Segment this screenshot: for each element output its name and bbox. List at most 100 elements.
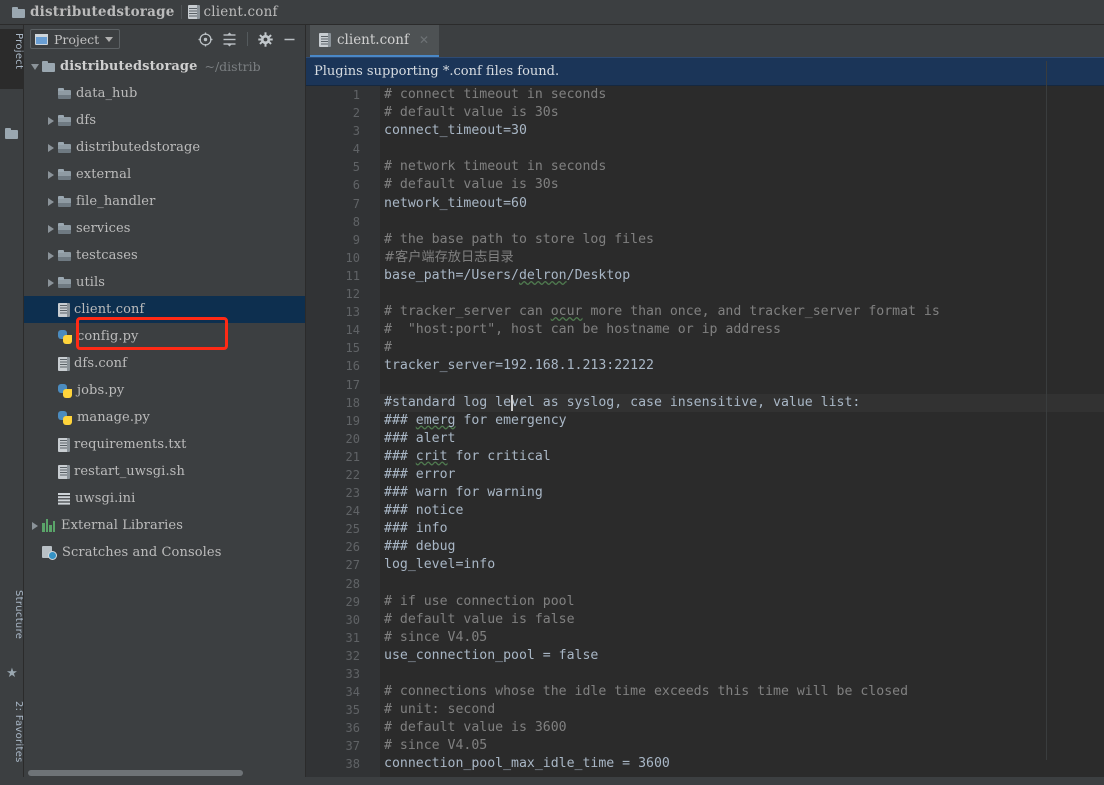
code-line[interactable]: connect_timeout=30	[380, 122, 1104, 140]
code-line[interactable]: # if use connection pool	[380, 593, 1104, 611]
tree-item-distributedstorage[interactable]: distributedstorage	[24, 134, 305, 161]
sidebar-tab-structure[interactable]: Structure	[0, 590, 24, 656]
code-line[interactable]: # since V4.05	[380, 629, 1104, 647]
chevron-right-icon[interactable]	[28, 519, 42, 533]
code-line[interactable]	[380, 285, 1104, 303]
code-line[interactable]: log_level=info	[380, 556, 1104, 574]
tree-item-label: external	[76, 167, 132, 182]
code-line[interactable]: #客户端存放日志目录	[380, 249, 1104, 267]
collapse-all-icon[interactable]	[220, 30, 239, 49]
code-line[interactable]	[380, 213, 1104, 231]
code-line[interactable]: ### emerg for emergency	[380, 412, 1104, 430]
tab-client-conf[interactable]: client.conf ✕	[310, 25, 440, 57]
code-line[interactable]: ### info	[380, 520, 1104, 538]
code-content[interactable]: # connect timeout in seconds # default va…	[380, 86, 1104, 785]
code-line[interactable]: # the base path to store log files	[380, 231, 1104, 249]
code-line[interactable]: #	[380, 339, 1104, 357]
tree-item-manage-py[interactable]: manage.py	[24, 404, 305, 431]
folder-icon[interactable]	[5, 125, 19, 139]
code-editor[interactable]: 1 2 3 4 5 6 7 8 9 10 11 12 13 14 15 16 17 18 19 20 21 22 23 24 2…	[306, 86, 1104, 785]
scrollbar-thumb[interactable]	[28, 770, 243, 776]
project-tree[interactable]: distributedstorage ~/distrib data_hubdfs di…	[24, 53, 305, 768]
minimize-icon[interactable]	[280, 30, 299, 49]
tree-item-requirements-txt[interactable]: requirements.txt	[24, 431, 305, 458]
tree-item-dfs-conf[interactable]: dfs.conf	[24, 350, 305, 377]
code-line[interactable]: # network timeout in seconds	[380, 158, 1104, 176]
breadcrumb-item-file[interactable]: client.conf	[182, 0, 284, 25]
tree-item-label: dfs	[76, 113, 97, 128]
bottom-status-strip	[0, 777, 1104, 785]
project-view-selector[interactable]: Project	[30, 29, 121, 49]
tree-item-scratches-and-consoles[interactable]: Scratches and Consoles	[24, 539, 305, 566]
tree-item-label: distributedstorage	[76, 140, 201, 155]
star-icon[interactable]: ★	[5, 667, 19, 681]
code-line[interactable]: ### alert	[380, 430, 1104, 448]
code-line[interactable]: # tracker_server can ocur more than once…	[380, 303, 1104, 321]
tree-item-testcases[interactable]: testcases	[24, 242, 305, 269]
code-line[interactable]	[380, 665, 1104, 683]
code-line[interactable]: use_connection_pool = false	[380, 647, 1104, 665]
tree-item-services[interactable]: services	[24, 215, 305, 242]
sidebar-tab-favorites[interactable]: 2: Favorites	[0, 701, 24, 767]
tree-item-client-conf[interactable]: client.conf	[24, 296, 305, 323]
tree-item-label: requirements.txt	[74, 437, 187, 452]
tree-item-jobs-py[interactable]: jobs.py	[24, 377, 305, 404]
plugin-notification-bar[interactable]: Plugins supporting *.conf files found.	[306, 57, 1104, 86]
code-line[interactable]	[380, 140, 1104, 158]
tree-item-external[interactable]: external	[24, 161, 305, 188]
chevron-down-icon[interactable]	[105, 36, 114, 42]
chevron-right-icon[interactable]	[44, 114, 58, 128]
code-line[interactable]: base_path=/Users/delron/Desktop	[380, 267, 1104, 285]
code-line[interactable]: tracker_server=192.168.1.213:22122	[380, 357, 1104, 375]
chevron-down-icon[interactable]	[28, 60, 42, 74]
chevron-right-icon[interactable]	[44, 168, 58, 182]
line-number: 11	[345, 268, 360, 283]
line-number-gutter[interactable]: 1 2 3 4 5 6 7 8 9 10 11 12 13 14 15 16 17 18 19 20 21 22 23 24 2…	[306, 86, 368, 785]
code-line[interactable]: network_timeout=60	[380, 195, 1104, 213]
close-icon[interactable]: ✕	[419, 33, 429, 47]
project-horizontal-scrollbar[interactable]	[24, 768, 305, 777]
code-line[interactable]: # default value is 30s	[380, 104, 1104, 122]
tree-item-restart-uwsgi-sh[interactable]: restart_uwsgi.sh	[24, 458, 305, 485]
code-line[interactable]: # default value is 3600	[380, 719, 1104, 737]
chevron-right-icon[interactable]	[44, 195, 58, 209]
code-line[interactable]: # default value is false	[380, 611, 1104, 629]
tree-item-dfs[interactable]: dfs	[24, 107, 305, 134]
code-fold-strip[interactable]	[368, 86, 380, 785]
tree-item-distributedstorage[interactable]: distributedstorage ~/distrib	[24, 53, 305, 80]
gear-icon[interactable]	[256, 30, 275, 49]
code-line[interactable]: connection_pool_max_idle_time = 3600	[380, 755, 1104, 773]
line-number: 37	[345, 739, 360, 754]
tree-item-data-hub[interactable]: data_hub	[24, 80, 305, 107]
tree-item-label: manage.py	[77, 410, 150, 425]
code-line[interactable]: # since V4.05	[380, 737, 1104, 755]
line-number: 34	[345, 685, 360, 700]
code-line[interactable]	[380, 376, 1104, 394]
code-line[interactable]: #standard log level as syslog, case inse…	[380, 393, 1104, 412]
code-line[interactable]: # connections whose the idle time exceed…	[380, 683, 1104, 701]
code-line[interactable]: # unit: second	[380, 701, 1104, 719]
code-line[interactable]	[380, 575, 1104, 593]
code-line[interactable]: # connect timeout in seconds	[380, 86, 1104, 104]
tree-item-config-py[interactable]: config.py	[24, 323, 305, 350]
code-line[interactable]: # default value is 30s	[380, 176, 1104, 194]
tree-item-label: jobs.py	[77, 383, 125, 398]
line-number: 29	[345, 594, 360, 609]
code-line[interactable]: ### notice	[380, 502, 1104, 520]
chevron-right-icon[interactable]	[44, 249, 58, 263]
target-icon[interactable]	[196, 30, 215, 49]
code-line[interactable]: ### debug	[380, 538, 1104, 556]
chevron-right-icon[interactable]	[44, 141, 58, 155]
sidebar-tab-project[interactable]: Project	[0, 29, 24, 89]
code-line[interactable]: ### crit for critical	[380, 448, 1104, 466]
chevron-right-icon[interactable]	[44, 276, 58, 290]
code-line[interactable]: ### warn for warning	[380, 484, 1104, 502]
chevron-right-icon[interactable]	[44, 222, 58, 236]
code-line[interactable]: ### error	[380, 466, 1104, 484]
code-line[interactable]: # "host:port", host can be hostname or i…	[380, 321, 1104, 339]
breadcrumb-item-project[interactable]: distributedstorage	[6, 0, 181, 25]
tree-item-file-handler[interactable]: file_handler	[24, 188, 305, 215]
tree-item-utils[interactable]: utils	[24, 269, 305, 296]
tree-item-uwsgi-ini[interactable]: uwsgi.ini	[24, 485, 305, 512]
tree-item-external-libraries[interactable]: External Libraries	[24, 512, 305, 539]
